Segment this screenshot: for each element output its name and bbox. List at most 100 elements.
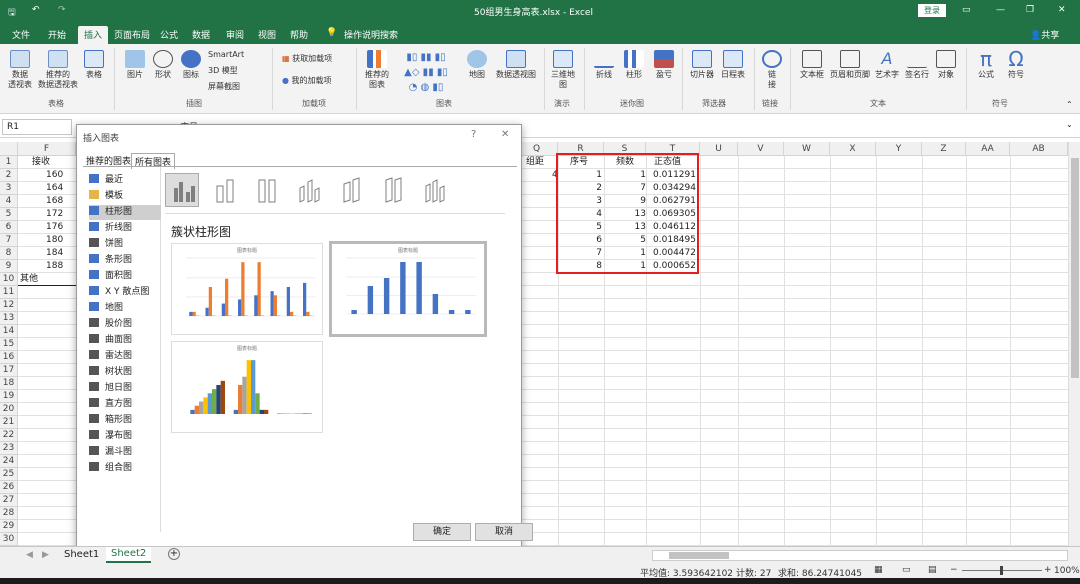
horizontal-scrollbar[interactable] bbox=[652, 550, 1068, 561]
scroll-thumb[interactable] bbox=[1071, 158, 1079, 378]
pictures-button[interactable]: 图片 bbox=[122, 50, 148, 80]
row-header[interactable]: 12 bbox=[0, 299, 18, 312]
zoom-slider-thumb[interactable] bbox=[1000, 566, 1003, 575]
clustered-column-subtype[interactable] bbox=[165, 173, 199, 207]
3d-model-button[interactable]: 3D 模型 bbox=[208, 66, 264, 76]
zoom-in-icon[interactable]: + bbox=[1044, 565, 1052, 575]
chart-type-item[interactable]: 直方图 bbox=[89, 397, 161, 412]
sheet-tab-2[interactable]: Sheet2 bbox=[106, 547, 152, 563]
cell-q1[interactable]: 组距 bbox=[526, 156, 544, 169]
dialog-close-button[interactable]: ✕ bbox=[501, 129, 509, 140]
chart-type-gallery[interactable]: ▮▯ ▮▮ ▮▯ ▲◇ ▮▮ ▮▯ ◔ ◍ ▮▯ bbox=[394, 50, 458, 94]
column-header[interactable]: V bbox=[738, 142, 784, 156]
signature-line-button[interactable]: 签名行 bbox=[902, 50, 932, 80]
column-header[interactable]: AA bbox=[966, 142, 1010, 156]
ok-button[interactable]: 确定 bbox=[413, 523, 471, 541]
add-sheet-icon[interactable]: + bbox=[168, 548, 180, 560]
maps-button[interactable]: 地图 bbox=[464, 50, 490, 80]
share-button[interactable]: 👤共享 bbox=[1030, 28, 1059, 41]
chart-type-item[interactable]: 组合图 bbox=[89, 461, 161, 476]
close-icon[interactable]: ✕ bbox=[1058, 5, 1066, 15]
column-header[interactable]: Y bbox=[876, 142, 922, 156]
tab-data[interactable]: 数据 bbox=[192, 28, 210, 41]
row-header[interactable]: 11 bbox=[0, 286, 18, 299]
column-header[interactable]: Z bbox=[922, 142, 966, 156]
row-header[interactable]: 23 bbox=[0, 442, 18, 455]
chart-type-item[interactable]: 条形图 bbox=[89, 253, 161, 268]
chart-type-item[interactable]: 折线图 bbox=[89, 221, 161, 236]
tab-file[interactable]: 文件 bbox=[12, 28, 30, 41]
my-addins-button[interactable]: ● 我的加载项 bbox=[282, 76, 352, 86]
row-header[interactable]: 22 bbox=[0, 429, 18, 442]
chart-type-item[interactable]: 面积图 bbox=[89, 269, 161, 284]
sparkline-line-button[interactable]: 折线 bbox=[590, 50, 618, 80]
tab-home[interactable]: 开始 bbox=[48, 28, 66, 41]
ribbon-display-icon[interactable]: ▭ bbox=[962, 5, 971, 15]
row-header[interactable]: 2 bbox=[0, 169, 18, 182]
column-header[interactable]: Q bbox=[516, 142, 558, 156]
cell-f8[interactable]: 184 bbox=[46, 247, 63, 260]
chart-type-item[interactable]: 地图 bbox=[89, 301, 161, 316]
row-header[interactable]: 7 bbox=[0, 234, 18, 247]
hscroll-thumb[interactable] bbox=[669, 552, 729, 559]
login-button[interactable]: 登录 bbox=[918, 4, 946, 17]
timeline-button[interactable]: 日程表 bbox=[718, 50, 748, 80]
cell-f5[interactable]: 172 bbox=[46, 208, 63, 221]
page-break-view-icon[interactable]: ▤ bbox=[928, 565, 937, 575]
chart-preview-3[interactable]: 图表标题 bbox=[171, 341, 323, 433]
chart-type-item[interactable]: 雷达图 bbox=[89, 349, 161, 364]
sparkline-winloss-button[interactable]: 盈亏 bbox=[650, 50, 678, 80]
chart-type-item[interactable]: X Y 散点图 bbox=[89, 285, 161, 300]
collapse-ribbon-icon[interactable]: ⌃ bbox=[1066, 100, 1073, 109]
row-header[interactable]: 24 bbox=[0, 455, 18, 468]
slicer-button[interactable]: 切片器 bbox=[686, 50, 718, 80]
shapes-button[interactable]: 形状 bbox=[150, 50, 176, 80]
chart-type-item[interactable]: 饼图 bbox=[89, 237, 161, 252]
get-addins-button[interactable]: ▦ 获取加载项 bbox=[282, 54, 352, 64]
cell-f1[interactable]: 接收 bbox=[32, 156, 50, 169]
header-footer-button[interactable]: 页眉和页脚 bbox=[828, 50, 872, 80]
column-header[interactable]: F bbox=[18, 142, 76, 156]
zoom-out-icon[interactable]: − bbox=[950, 565, 958, 575]
column-header[interactable]: AB bbox=[1010, 142, 1068, 156]
3d-percent-stacked-column-subtype[interactable] bbox=[375, 173, 409, 207]
minimize-icon[interactable]: — bbox=[996, 5, 1005, 15]
3d-clustered-column-subtype[interactable] bbox=[291, 173, 325, 207]
column-header[interactable]: X bbox=[830, 142, 876, 156]
equation-button[interactable]: π 公式 bbox=[972, 48, 1000, 80]
tell-me-search[interactable]: 操作说明搜索 bbox=[344, 28, 398, 41]
cell-f2[interactable]: 160 bbox=[46, 169, 63, 182]
row-header[interactable]: 28 bbox=[0, 507, 18, 520]
pivot-table-button[interactable]: 数据 透视表 bbox=[4, 50, 36, 90]
vertical-scrollbar[interactable] bbox=[1068, 142, 1080, 546]
restore-icon[interactable]: ❐ bbox=[1026, 5, 1034, 15]
wordart-button[interactable]: A 艺术字 bbox=[872, 50, 902, 80]
chart-type-item[interactable]: 漏斗图 bbox=[89, 445, 161, 460]
page-layout-view-icon[interactable]: ▭ bbox=[902, 565, 911, 575]
percent-stacked-column-subtype[interactable] bbox=[249, 173, 283, 207]
row-header[interactable]: 29 bbox=[0, 520, 18, 533]
chart-preview-2[interactable]: 图表标题 bbox=[329, 241, 487, 337]
expand-formula-icon[interactable]: ⌄ bbox=[1066, 120, 1073, 129]
table-button[interactable]: 表格 bbox=[82, 50, 106, 80]
normal-view-icon[interactable]: ▦ bbox=[874, 565, 883, 575]
column-header[interactable]: U bbox=[700, 142, 738, 156]
row-header[interactable]: 6 bbox=[0, 221, 18, 234]
chart-type-item[interactable]: 曲面图 bbox=[89, 333, 161, 348]
row-header[interactable]: 4 bbox=[0, 195, 18, 208]
row-header[interactable]: 15 bbox=[0, 338, 18, 351]
column-header[interactable]: W bbox=[784, 142, 830, 156]
chart-type-item[interactable]: 最近 bbox=[89, 173, 161, 188]
row-header[interactable]: 17 bbox=[0, 364, 18, 377]
chart-type-item[interactable]: 瀑布图 bbox=[89, 429, 161, 444]
row-header[interactable]: 19 bbox=[0, 390, 18, 403]
3d-map-button[interactable]: 三维地 图 bbox=[548, 50, 578, 90]
chart-type-item[interactable]: 股价图 bbox=[89, 317, 161, 332]
row-header[interactable]: 14 bbox=[0, 325, 18, 338]
pivot-chart-button[interactable]: 数据透视图 bbox=[490, 50, 542, 80]
name-box[interactable]: R1 bbox=[2, 119, 72, 135]
cell-f3[interactable]: 164 bbox=[46, 182, 63, 195]
smartart-button[interactable]: SmartArt bbox=[208, 50, 264, 60]
stacked-column-subtype[interactable] bbox=[207, 173, 241, 207]
object-button[interactable]: 对象 bbox=[932, 50, 960, 80]
